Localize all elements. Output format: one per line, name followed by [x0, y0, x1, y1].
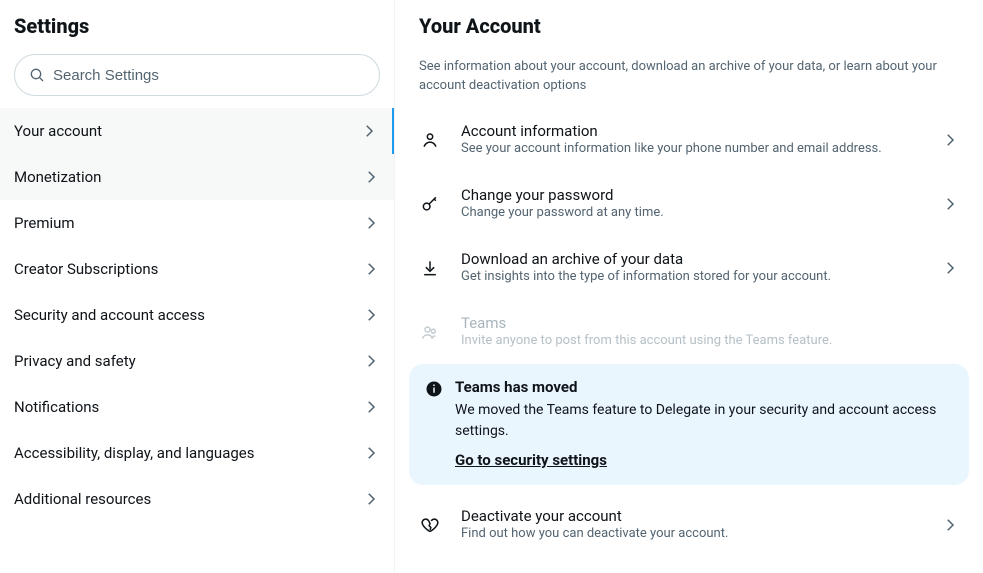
chevron-right-icon	[362, 306, 380, 324]
nav-item-notifications[interactable]: Notifications	[0, 384, 394, 430]
nav-item-label: Creator Subscriptions	[14, 260, 158, 278]
key-icon	[419, 194, 441, 214]
callout-title: Teams has moved	[455, 378, 953, 396]
chevron-right-icon	[362, 398, 380, 416]
page-title: Your Account	[419, 14, 959, 38]
chevron-right-icon	[941, 195, 959, 213]
chevron-right-icon	[362, 490, 380, 508]
go-to-security-settings-link[interactable]: Go to security settings	[455, 451, 607, 469]
chevron-right-icon	[362, 214, 380, 232]
settings-sidebar: Settings Your account Monetization Premi…	[0, 0, 395, 573]
account-panel-header: Your Account	[395, 14, 983, 46]
chevron-right-icon	[941, 259, 959, 277]
row-subtitle: Change your password at any time.	[461, 204, 921, 222]
person-icon	[419, 130, 441, 150]
row-subtitle: Invite anyone to post from this account …	[461, 332, 959, 350]
nav-item-label: Additional resources	[14, 490, 151, 508]
heartbreak-icon	[419, 515, 441, 535]
row-body: Account information See your account inf…	[461, 122, 921, 158]
nav-item-label: Security and account access	[14, 306, 205, 324]
nav-item-monetization[interactable]: Monetization	[0, 154, 394, 200]
nav-item-label: Notifications	[14, 398, 99, 416]
chevron-right-icon	[362, 260, 380, 278]
nav-item-label: Privacy and safety	[14, 352, 136, 370]
nav-item-label: Premium	[14, 214, 75, 232]
chevron-right-icon	[941, 131, 959, 149]
row-body: Change your password Change your passwor…	[461, 186, 921, 222]
teams-moved-callout: Teams has moved We moved the Teams featu…	[409, 364, 969, 485]
row-teams: Teams Invite anyone to post from this ac…	[395, 300, 983, 364]
info-icon	[425, 380, 443, 469]
nav-item-label: Accessibility, display, and languages	[14, 444, 254, 462]
row-deactivate-account[interactable]: Deactivate your account Find out how you…	[395, 493, 983, 557]
search-icon	[29, 67, 45, 83]
search-wrap	[0, 48, 394, 106]
chevron-right-icon	[362, 352, 380, 370]
nav-item-privacy-safety[interactable]: Privacy and safety	[0, 338, 394, 384]
row-subtitle: Find out how you can deactivate your acc…	[461, 525, 921, 543]
settings-nav: Your account Monetization Premium Creato…	[0, 108, 394, 522]
search-input[interactable]	[53, 67, 365, 84]
chevron-right-icon	[362, 444, 380, 462]
settings-sidebar-header: Settings	[0, 0, 394, 48]
row-change-password[interactable]: Change your password Change your passwor…	[395, 172, 983, 236]
search-box[interactable]	[14, 54, 380, 96]
row-body: Download an archive of your data Get ins…	[461, 250, 921, 286]
nav-item-security-access[interactable]: Security and account access	[0, 292, 394, 338]
account-options-list: Account information See your account inf…	[395, 108, 983, 558]
row-title: Change your password	[461, 186, 921, 204]
nav-item-label: Your account	[14, 122, 102, 140]
settings-title: Settings	[14, 14, 380, 38]
nav-item-your-account[interactable]: Your account	[0, 108, 394, 154]
row-title: Teams	[461, 314, 959, 332]
row-subtitle: Get insights into the type of informatio…	[461, 268, 921, 286]
row-body: Teams Invite anyone to post from this ac…	[461, 314, 959, 350]
nav-item-creator-subscriptions[interactable]: Creator Subscriptions	[0, 246, 394, 292]
download-icon	[419, 258, 441, 278]
account-panel: Your Account See information about your …	[395, 0, 983, 573]
people-icon	[419, 322, 441, 342]
chevron-right-icon	[362, 168, 380, 186]
row-body: Deactivate your account Find out how you…	[461, 507, 921, 543]
row-account-information[interactable]: Account information See your account inf…	[395, 108, 983, 172]
row-download-archive[interactable]: Download an archive of your data Get ins…	[395, 236, 983, 300]
callout-body: Teams has moved We moved the Teams featu…	[455, 378, 953, 469]
nav-item-premium[interactable]: Premium	[0, 200, 394, 246]
row-subtitle: See your account information like your p…	[461, 140, 921, 158]
callout-text: We moved the Teams feature to Delegate i…	[455, 400, 953, 441]
nav-item-label: Monetization	[14, 168, 101, 186]
nav-item-accessibility-display-languages[interactable]: Accessibility, display, and languages	[0, 430, 394, 476]
page-description: See information about your account, down…	[395, 46, 983, 108]
chevron-right-icon	[360, 122, 378, 140]
nav-item-additional-resources[interactable]: Additional resources	[0, 476, 394, 522]
row-title: Deactivate your account	[461, 507, 921, 525]
chevron-right-icon	[941, 516, 959, 534]
row-title: Account information	[461, 122, 921, 140]
row-title: Download an archive of your data	[461, 250, 921, 268]
